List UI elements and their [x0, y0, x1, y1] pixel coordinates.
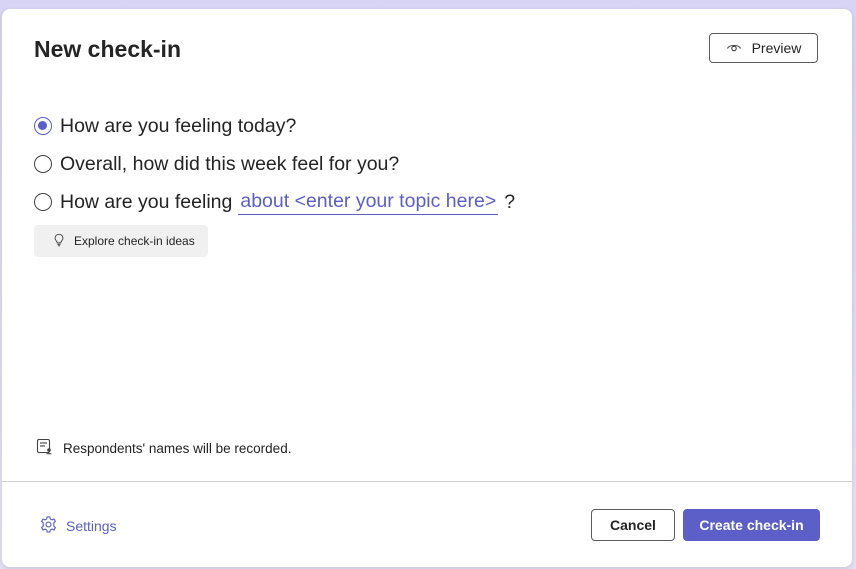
option-feeling-today[interactable]: How are you feeling today?	[34, 107, 515, 145]
form-person-icon	[36, 438, 53, 458]
preview-button[interactable]: Preview	[709, 33, 818, 63]
new-checkin-dialog: New check-in Preview How are you feeling…	[2, 9, 852, 567]
topic-input[interactable]: about <enter your topic here>	[238, 190, 499, 215]
cancel-button[interactable]: Cancel	[591, 509, 675, 541]
explore-label: Explore check-in ideas	[74, 234, 195, 248]
radio-week-feel[interactable]	[34, 155, 52, 173]
option-custom-topic[interactable]: How are you feeling about <enter your to…	[34, 183, 515, 221]
footer-divider	[2, 481, 852, 482]
notice-text: Respondents' names will be recorded.	[63, 440, 292, 456]
question-options: How are you feeling today? Overall, how …	[34, 107, 515, 221]
create-checkin-button[interactable]: Create check-in	[683, 509, 820, 541]
option-label-suffix: ?	[504, 190, 516, 213]
option-week-feel[interactable]: Overall, how did this week feel for you?	[34, 145, 515, 183]
option-label: Overall, how did this week feel for you?	[60, 152, 400, 175]
explore-ideas-button[interactable]: Explore check-in ideas	[34, 225, 208, 257]
settings-label: Settings	[66, 518, 117, 534]
lightbulb-icon	[52, 233, 66, 250]
gear-icon	[39, 515, 58, 537]
option-label: How are you feeling today?	[60, 114, 297, 137]
radio-feeling-today[interactable]	[34, 117, 52, 135]
preview-label: Preview	[751, 40, 802, 56]
respondent-notice: Respondents' names will be recorded.	[36, 438, 291, 458]
radio-custom-topic[interactable]	[34, 193, 52, 211]
settings-link[interactable]: Settings	[39, 515, 117, 537]
eye-icon	[726, 39, 742, 58]
option-label-prefix: How are you feeling	[60, 190, 233, 213]
dialog-title: New check-in	[34, 36, 181, 62]
